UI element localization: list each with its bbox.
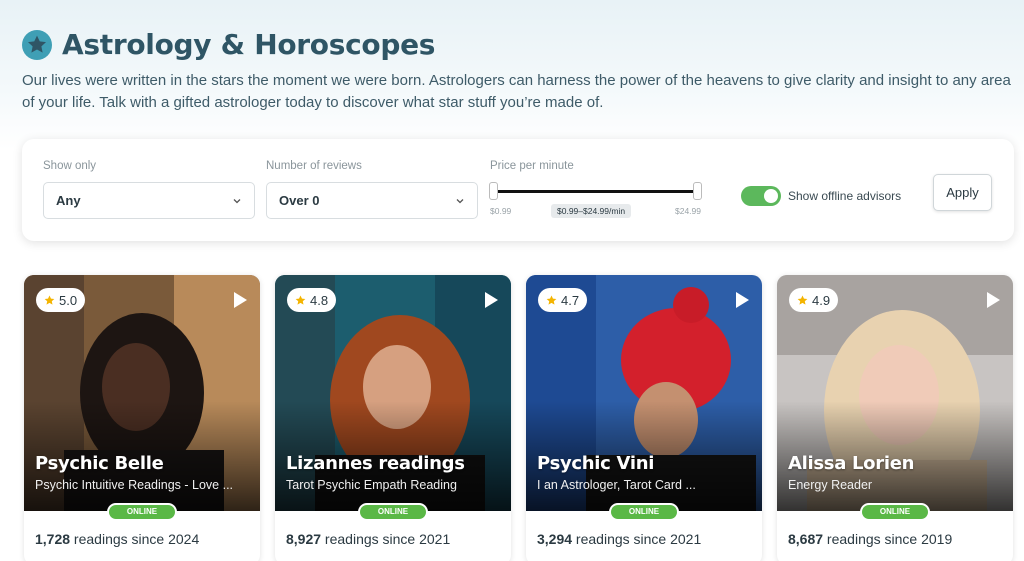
readings-number: 1,728: [35, 531, 71, 547]
price-max-label: $24.99: [675, 206, 701, 216]
title-row: Astrology & Horoscopes: [22, 28, 1012, 61]
rating-value: 5.0: [59, 292, 78, 308]
price-slider-max-handle[interactable]: [693, 182, 702, 200]
status-badge: ONLINE: [609, 503, 679, 521]
readings-since: readings since 2021: [321, 531, 451, 547]
star-icon: [797, 294, 808, 305]
filter-panel: Show only Any Number of reviews Over 0 P…: [22, 139, 1014, 241]
page-header: Astrology & Horoscopes Our lives were wr…: [22, 28, 1012, 114]
star-icon: [22, 29, 52, 60]
page-title: Astrology & Horoscopes: [62, 28, 436, 61]
play-icon[interactable]: [985, 291, 1001, 309]
advisor-description: I an Astrologer, Tarot Card ...: [537, 478, 696, 492]
advisor-photo[interactable]: 5.0 Psychic Belle Psychic Intuitive Read…: [24, 275, 260, 511]
advisor-name: Psychic Vini: [537, 453, 655, 474]
advisor-description: Tarot Psychic Empath Reading: [286, 478, 457, 492]
readings-number: 8,687: [788, 531, 824, 547]
readings-number: 8,927: [286, 531, 322, 547]
price-min-label: $0.99: [490, 206, 512, 216]
readings-since: readings since 2021: [572, 531, 702, 547]
advisor-name: Lizannes readings: [286, 453, 465, 474]
play-icon[interactable]: [734, 291, 750, 309]
star-icon: [546, 294, 557, 305]
offline-advisors-label: Show offline advisors: [788, 189, 902, 203]
apply-button[interactable]: Apply: [933, 174, 992, 211]
advisor-card[interactable]: 4.9 Alissa Lorien Energy Reader ONLINE 8…: [777, 275, 1013, 561]
advisor-name: Psychic Belle: [35, 453, 164, 474]
show-only-value: Any: [56, 193, 81, 208]
reviews-select[interactable]: Over 0: [266, 182, 478, 219]
status-badge: ONLINE: [860, 503, 930, 521]
status-badge: ONLINE: [107, 503, 177, 521]
advisor-photo[interactable]: 4.9 Alissa Lorien Energy Reader: [777, 275, 1013, 511]
readings-since: readings since 2024: [70, 531, 200, 547]
readings-number: 3,294: [537, 531, 573, 547]
chevron-down-icon: [456, 198, 464, 203]
show-only-label: Show only: [43, 160, 97, 172]
show-only-select[interactable]: Any: [43, 182, 255, 219]
price-range-pill: $0.99–$24.99/min: [551, 204, 632, 218]
star-icon: [295, 294, 306, 305]
play-icon[interactable]: [232, 291, 248, 309]
reviews-label: Number of reviews: [266, 160, 362, 172]
rating-badge: 5.0: [36, 288, 86, 312]
star-icon: [44, 294, 55, 305]
readings-count: 8,927 readings since 2021: [286, 531, 450, 547]
readings-count: 1,728 readings since 2024: [35, 531, 199, 547]
rating-value: 4.8: [310, 292, 329, 308]
advisor-name: Alissa Lorien: [788, 453, 915, 474]
advisor-photo[interactable]: 4.8 Lizannes readings Tarot Psychic Empa…: [275, 275, 511, 511]
advisor-description: Psychic Intuitive Readings - Love ...: [35, 478, 234, 492]
reviews-value: Over 0: [279, 193, 320, 208]
readings-count: 3,294 readings since 2021: [537, 531, 701, 547]
rating-badge: 4.8: [287, 288, 337, 312]
readings-since: readings since 2019: [823, 531, 953, 547]
rating-value: 4.9: [812, 292, 831, 308]
price-slider-min-handle[interactable]: [489, 182, 498, 200]
price-slider-track[interactable]: [492, 190, 698, 193]
advisor-photo[interactable]: 4.7 Psychic Vini I an Astrologer, Tarot …: [526, 275, 762, 511]
toggle-knob: [764, 189, 778, 203]
rating-value: 4.7: [561, 292, 580, 308]
advisor-description: Energy Reader: [788, 478, 873, 492]
chevron-down-icon: [233, 198, 241, 203]
rating-badge: 4.9: [789, 288, 839, 312]
price-label: Price per minute: [490, 160, 574, 172]
status-badge: ONLINE: [358, 503, 428, 521]
rating-badge: 4.7: [538, 288, 588, 312]
offline-advisors-toggle[interactable]: [741, 186, 781, 206]
advisor-card[interactable]: 5.0 Psychic Belle Psychic Intuitive Read…: [24, 275, 260, 561]
advisor-card[interactable]: 4.7 Psychic Vini I an Astrologer, Tarot …: [526, 275, 762, 561]
readings-count: 8,687 readings since 2019: [788, 531, 952, 547]
page-intro: Our lives were written in the stars the …: [22, 72, 1011, 111]
play-icon[interactable]: [483, 291, 499, 309]
advisor-card[interactable]: 4.8 Lizannes readings Tarot Psychic Empa…: [275, 275, 511, 561]
